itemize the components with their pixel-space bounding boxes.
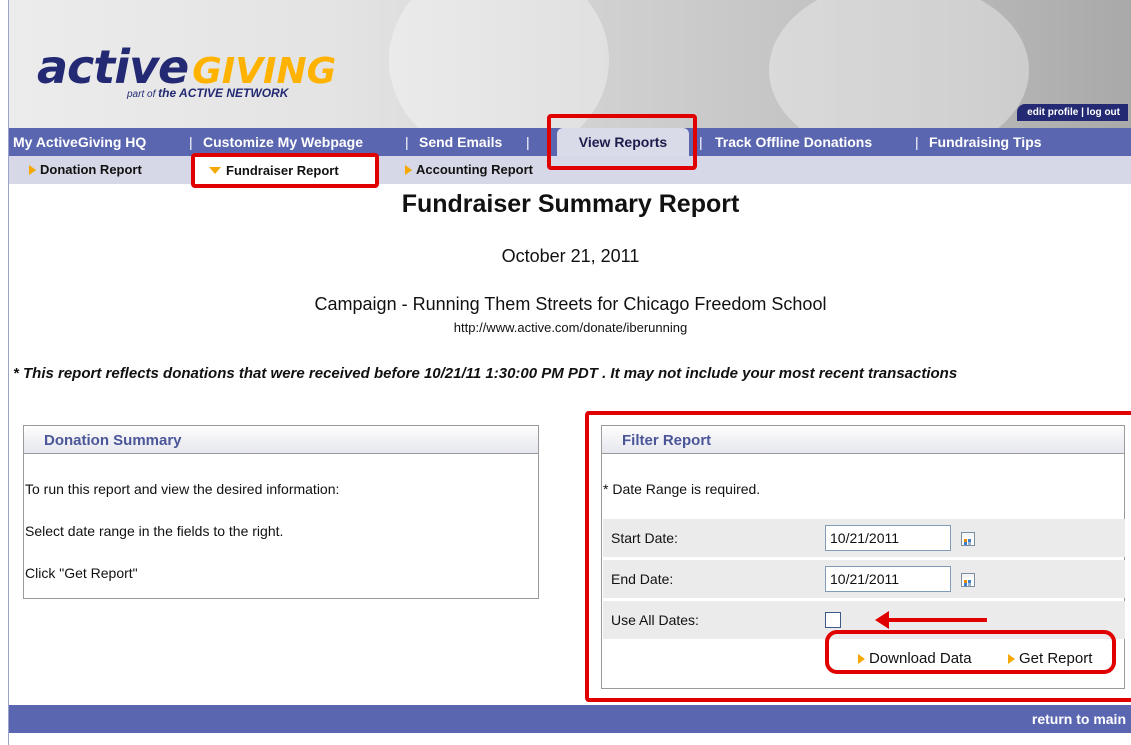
footer-bar: return to main	[9, 705, 1131, 733]
subnav-accounting-report-label: Accounting Report	[416, 162, 533, 177]
report-disclaimer: * This report reflects donations that we…	[13, 365, 958, 382]
banner-photo-shape	[769, 0, 1029, 128]
nav-send-emails[interactable]: Send Emails	[419, 134, 502, 150]
highlight-action-buttons	[825, 630, 1116, 674]
campaign-url: http://www.active.com/donate/iberunning	[453, 320, 688, 335]
donation-summary-panel: Donation Summary To run this report and …	[23, 425, 539, 599]
log-out-link[interactable]: log out	[1087, 107, 1120, 118]
subnav-donation-report-label: Donation Report	[40, 162, 142, 177]
account-links-separator: |	[1081, 107, 1084, 118]
banner-photo-shape	[389, 0, 609, 128]
header-banner: active GIVING part of the ACTIVE NETWORK …	[9, 0, 1131, 128]
return-to-main-link[interactable]: return to main	[1032, 711, 1126, 727]
nav-separator: |	[915, 134, 919, 150]
report-date: October 21, 2011	[501, 246, 640, 266]
account-links: edit profile | log out	[1017, 104, 1128, 121]
nav-customize-my-webpage[interactable]: Customize My Webpage	[203, 134, 363, 150]
page-frame: active GIVING part of the ACTIVE NETWORK …	[8, 0, 1131, 745]
activegiving-logo[interactable]: active GIVING part of the ACTIVE NETWORK	[37, 40, 336, 100]
nav-track-offline-donations[interactable]: Track Offline Donations	[715, 134, 872, 150]
highlight-view-reports	[547, 114, 697, 170]
nav-separator: |	[526, 134, 530, 150]
report-title: Fundraiser Summary Report	[401, 190, 740, 218]
donation-summary-heading: Donation Summary	[24, 426, 538, 454]
nav-separator: |	[405, 134, 409, 150]
subnav-accounting-report[interactable]: Accounting Report	[405, 162, 533, 177]
nav-fundraising-tips[interactable]: Fundraising Tips	[929, 134, 1042, 150]
summary-instruction-line: Select date range in the fields to the r…	[25, 523, 284, 539]
logo-sub-prefix: part of	[127, 89, 156, 100]
nav-separator: |	[699, 134, 703, 150]
highlight-fundraiser-report	[191, 153, 379, 188]
arrow-right-icon	[405, 165, 412, 175]
arrow-right-icon	[29, 165, 36, 175]
logo-subtitle: part of the ACTIVE NETWORK	[127, 86, 288, 100]
logo-sub-brand: the ACTIVE NETWORK	[158, 86, 289, 100]
nav-my-activegiving-hq[interactable]: My ActiveGiving HQ	[13, 134, 146, 150]
subnav-donation-report[interactable]: Donation Report	[29, 162, 142, 177]
summary-instruction-line: Click "Get Report"	[25, 565, 138, 581]
summary-instruction-line: To run this report and view the desired …	[25, 481, 340, 497]
edit-profile-link[interactable]: edit profile	[1027, 107, 1078, 118]
nav-separator: |	[189, 134, 193, 150]
campaign-name: Campaign - Running Them Streets for Chic…	[314, 294, 827, 314]
